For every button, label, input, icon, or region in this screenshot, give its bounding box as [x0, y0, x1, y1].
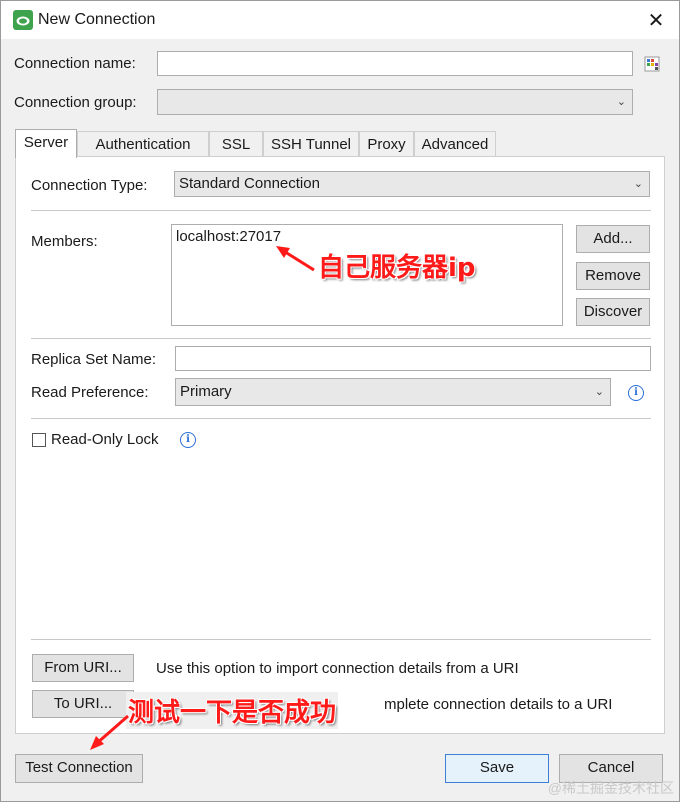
server-tab-panel: Connection Type: Standard Connection ⌄ M… — [15, 156, 665, 734]
connection-name-input[interactable] — [157, 51, 633, 76]
connection-type-label: Connection Type: — [31, 177, 148, 194]
connection-type-value: Standard Connection — [179, 175, 320, 192]
remove-member-button[interactable]: Remove — [576, 262, 650, 290]
tab-server[interactable]: Server — [15, 129, 77, 158]
annotation-arrow-icon — [276, 246, 315, 272]
chevron-down-icon: ⌄ — [633, 178, 643, 190]
replica-set-input[interactable] — [175, 346, 651, 371]
connection-name-label: Connection name: — [14, 55, 136, 72]
tab-ssh-tunnel[interactable]: SSH Tunnel — [263, 131, 359, 157]
connection-type-select[interactable]: Standard Connection ⌄ — [174, 171, 650, 197]
tab-proxy[interactable]: Proxy — [359, 131, 414, 157]
readonly-lock-checkbox[interactable] — [32, 433, 46, 447]
connection-group-select[interactable]: ⌄ — [157, 89, 633, 115]
discover-button[interactable]: Discover — [576, 298, 650, 326]
info-icon[interactable]: i — [628, 385, 644, 401]
from-uri-button[interactable]: From URI... — [32, 654, 134, 682]
read-preference-select[interactable]: Primary ⌄ — [175, 378, 611, 406]
chevron-down-icon: ⌄ — [616, 96, 626, 108]
watermark: @稀土掘金技术社区 — [547, 780, 674, 796]
readonly-lock-label: Read-Only Lock — [51, 431, 159, 448]
tab-ssl[interactable]: SSL — [209, 131, 263, 157]
test-annotation: 测试一下是否成功 — [126, 692, 339, 729]
replica-set-label: Replica Set Name: — [31, 351, 157, 368]
to-uri-description: mplete connection details to a URI — [384, 696, 613, 713]
title-bar: New Connection ✕ — [1, 1, 679, 39]
divider — [31, 418, 651, 419]
list-item[interactable]: localhost:27017 — [176, 228, 558, 245]
window-title: New Connection — [38, 11, 156, 28]
members-annotation: 自己服务器ip — [318, 253, 476, 283]
color-picker-icon[interactable] — [644, 56, 660, 72]
tab-authentication[interactable]: Authentication — [77, 131, 209, 157]
info-icon[interactable]: i — [180, 432, 196, 448]
tab-advanced[interactable]: Advanced — [414, 131, 496, 157]
add-member-button[interactable]: Add... — [576, 225, 650, 253]
divider — [31, 639, 651, 640]
divider — [31, 210, 651, 211]
app-icon — [13, 10, 33, 30]
connection-group-label: Connection group: — [14, 94, 137, 111]
members-label: Members: — [31, 233, 98, 250]
save-button[interactable]: Save — [445, 754, 549, 783]
divider — [31, 338, 651, 339]
read-preference-value: Primary — [180, 383, 232, 400]
connection-dialog: New Connection ✕ Connection name: Connec… — [0, 0, 680, 802]
read-preference-label: Read Preference: — [31, 384, 149, 401]
test-connection-button[interactable]: Test Connection — [15, 754, 143, 783]
close-icon[interactable]: ✕ — [641, 5, 671, 35]
annotation-arrow-icon — [90, 714, 129, 750]
chevron-down-icon: ⌄ — [594, 386, 604, 398]
from-uri-description: Use this option to import connection det… — [156, 660, 519, 677]
